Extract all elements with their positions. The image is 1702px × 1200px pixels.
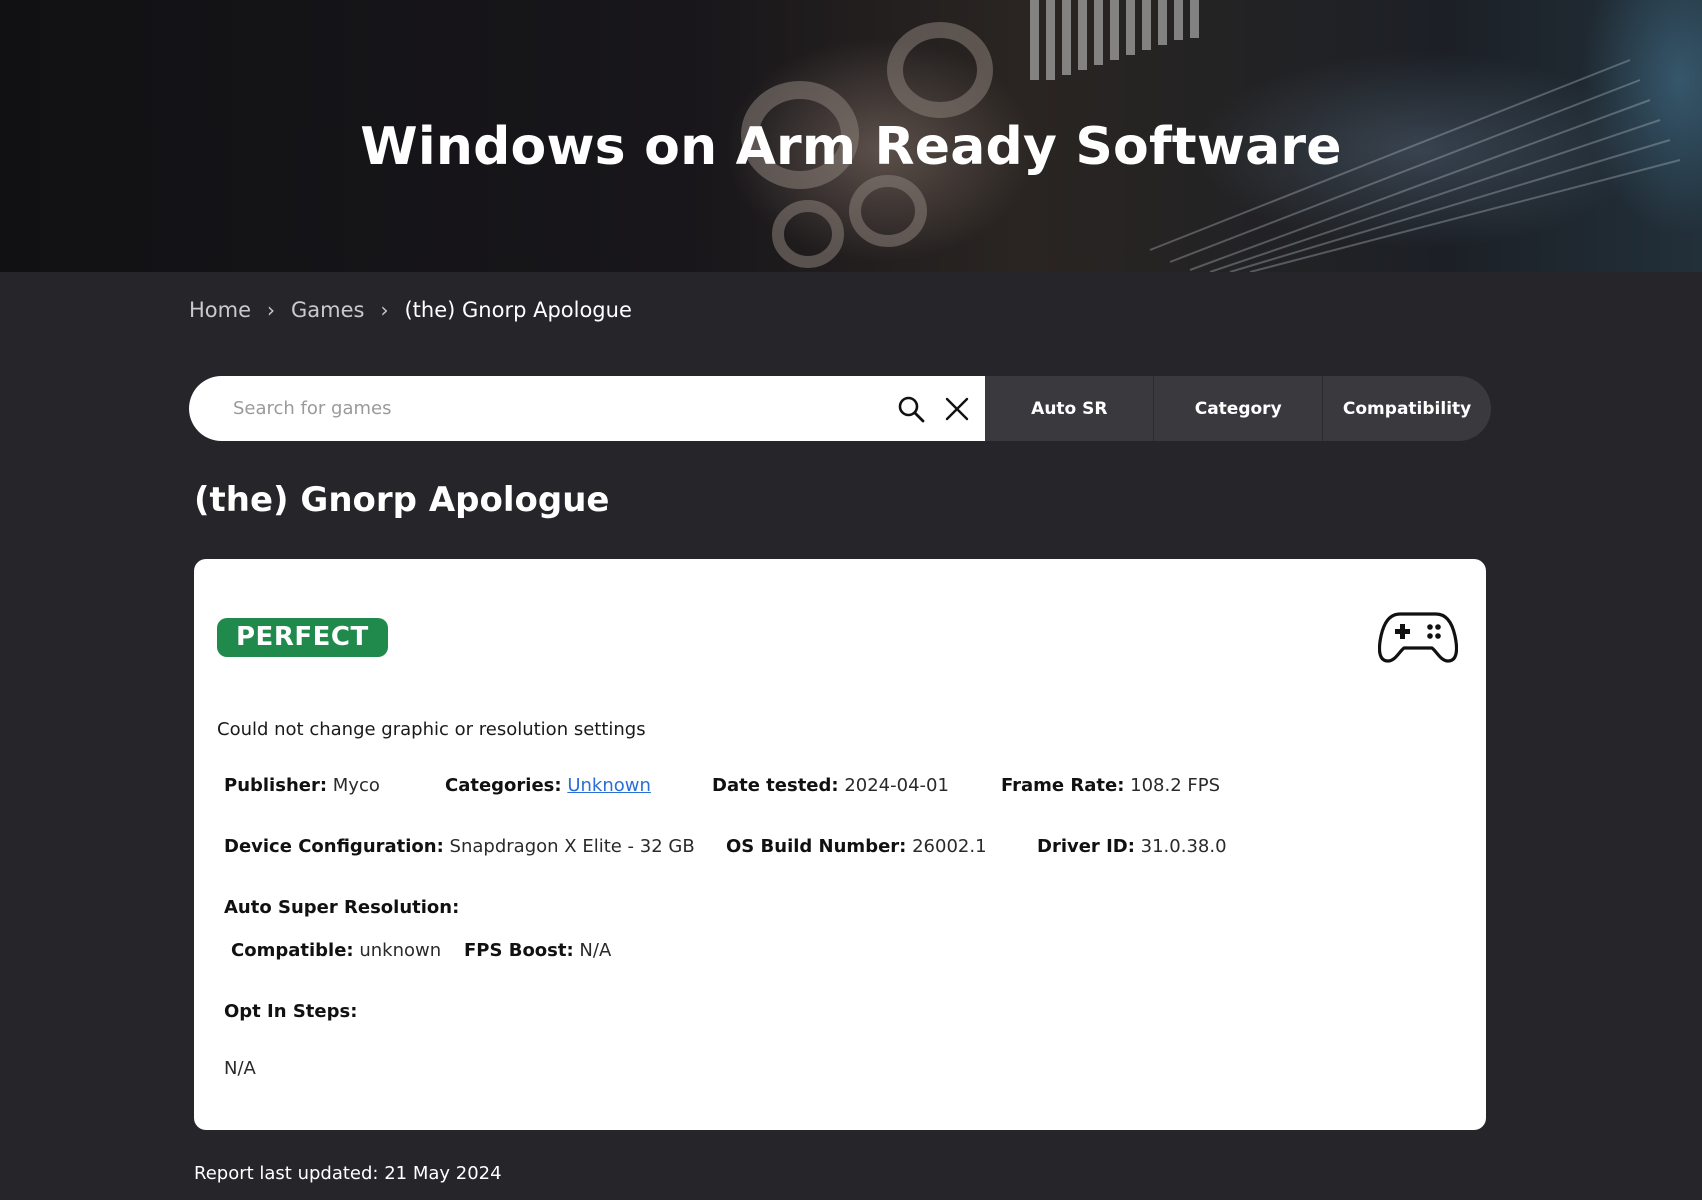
- driver-id-value: 31.0.38.0: [1140, 836, 1227, 857]
- category-filter-button[interactable]: Category: [1153, 376, 1323, 441]
- status-badge: PERFECT: [217, 618, 388, 657]
- os-build-number-field: OS Build Number: 26002.1: [726, 836, 987, 857]
- compatible-value: unknown: [359, 940, 442, 961]
- date-tested-label: Date tested:: [712, 775, 839, 796]
- date-tested-field: Date tested: 2024-04-01: [712, 775, 949, 796]
- breadcrumb-home-link[interactable]: Home: [189, 298, 251, 322]
- report-note: Could not change graphic or resolution s…: [217, 719, 646, 740]
- driver-id-field: Driver ID: 31.0.38.0: [1037, 836, 1227, 857]
- game-report-card: PERFECT Could not change graphic or reso…: [194, 559, 1486, 1130]
- breadcrumb-current: (the) Gnorp Apologue: [404, 298, 632, 322]
- frame-rate-label: Frame Rate:: [1001, 775, 1125, 796]
- frame-rate-field: Frame Rate: 108.2 FPS: [1001, 775, 1220, 796]
- compatible-field: Compatible: unknown: [231, 940, 441, 961]
- search-input[interactable]: [231, 387, 875, 430]
- compatible-label: Compatible:: [231, 940, 354, 961]
- breadcrumb: Home › Games › (the) Gnorp Apologue: [189, 298, 632, 322]
- opt-in-steps-value: N/A: [224, 1058, 256, 1079]
- close-icon[interactable]: [944, 396, 970, 422]
- os-build-number-label: OS Build Number:: [726, 836, 907, 857]
- auto-super-resolution-field: Auto Super Resolution:: [224, 897, 459, 918]
- driver-id-label: Driver ID:: [1037, 836, 1135, 857]
- fps-boost-value: N/A: [579, 940, 612, 961]
- publisher-field: Publisher: Myco: [224, 775, 380, 796]
- page-title: (the) Gnorp Apologue: [194, 480, 610, 520]
- compatibility-filter-button[interactable]: Compatibility: [1322, 376, 1491, 441]
- device-configuration-field: Device Configuration: Snapdragon X Elite…: [224, 836, 695, 857]
- publisher-value: Myco: [332, 775, 380, 796]
- auto-sr-filter-button[interactable]: Auto SR: [985, 376, 1154, 441]
- categories-label: Categories:: [445, 775, 562, 796]
- report-last-updated: Report last updated: 21 May 2024: [194, 1163, 502, 1184]
- opt-in-steps-field: Opt In Steps:: [224, 1001, 357, 1022]
- date-tested-value: 2024-04-01: [844, 775, 949, 796]
- search-icon[interactable]: [897, 395, 925, 423]
- fps-boost-field: FPS Boost: N/A: [464, 940, 611, 961]
- search-and-filter-bar: Auto SR Category Compatibility: [189, 376, 1491, 441]
- publisher-label: Publisher:: [224, 775, 328, 796]
- frame-rate-value: 108.2 FPS: [1130, 775, 1221, 796]
- os-build-number-value: 26002.1: [912, 836, 987, 857]
- device-configuration-label: Device Configuration:: [224, 836, 444, 857]
- search-box: [189, 376, 986, 441]
- fps-boost-label: FPS Boost:: [464, 940, 574, 961]
- device-configuration-value: Snapdragon X Elite - 32 GB: [449, 836, 695, 857]
- opt-in-steps-label: Opt In Steps:: [224, 1001, 358, 1022]
- game-controller-icon: [1378, 612, 1458, 663]
- chevron-right-icon: ›: [267, 298, 276, 322]
- chevron-right-icon: ›: [380, 298, 389, 322]
- hero-title: Windows on Arm Ready Software: [360, 116, 1342, 177]
- category-unknown-link[interactable]: Unknown: [567, 775, 651, 796]
- breadcrumb-games-link[interactable]: Games: [291, 298, 364, 322]
- categories-field: Categories: Unknown: [445, 775, 651, 796]
- hero-banner: Windows on Arm Ready Software: [0, 0, 1702, 272]
- auto-super-resolution-label: Auto Super Resolution:: [224, 897, 460, 918]
